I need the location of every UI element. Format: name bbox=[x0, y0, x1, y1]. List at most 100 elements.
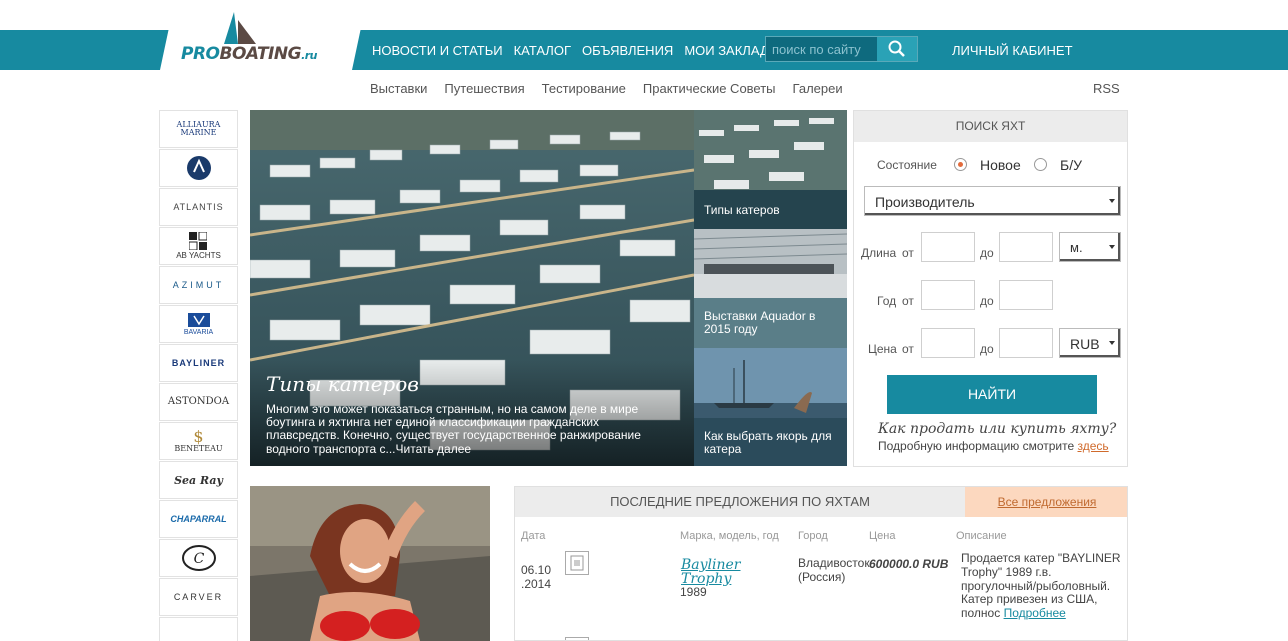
cobalt-logo-icon: C bbox=[181, 545, 216, 571]
hero-title[interactable]: Типы катеров bbox=[266, 372, 419, 396]
aquador-logo-icon bbox=[186, 156, 211, 180]
year-to-input[interactable] bbox=[999, 280, 1053, 310]
thumb-aquador-exhibition[interactable]: Выставки Aquador в 2015 году bbox=[694, 229, 847, 348]
search-button[interactable] bbox=[877, 37, 917, 61]
brand-azimut[interactable]: AZIMUT bbox=[159, 266, 238, 304]
offer-photo-icon[interactable] bbox=[565, 551, 589, 575]
offer-description: Продается катер "BAYLINER Trophy" 1989 г… bbox=[961, 551, 1121, 621]
svg-text:C: C bbox=[193, 551, 204, 567]
unit-select[interactable]: м. bbox=[1059, 232, 1121, 262]
search-icon bbox=[888, 40, 905, 57]
bavaria-logo-icon bbox=[187, 312, 210, 327]
chevron-down-icon bbox=[1109, 341, 1115, 345]
brand-next[interactable] bbox=[159, 617, 238, 641]
col-model: Марка, модель, год bbox=[680, 530, 779, 542]
subnav-galleries[interactable]: Галереи bbox=[793, 81, 843, 96]
personal-cabinet-link[interactable]: ЛИЧНЫЙ КАБИНЕТ bbox=[952, 43, 1073, 58]
brand-beneteau[interactable]: $ BENETEAU bbox=[159, 422, 238, 460]
brand-alliaura[interactable]: ALLIAURA MARINE bbox=[159, 110, 238, 148]
brand-list: ALLIAURA MARINE ATLANTIS AB YACHTS AZIMU… bbox=[159, 110, 239, 641]
col-city: Город bbox=[798, 530, 828, 542]
nav-catalog[interactable]: КАТАЛОГ bbox=[514, 43, 571, 58]
subnav-exhibitions[interactable]: Выставки bbox=[370, 81, 427, 96]
offers-all-wrap: Все предложения bbox=[965, 487, 1127, 517]
promo-woman-image bbox=[250, 486, 490, 641]
find-button[interactable]: НАЙТИ bbox=[887, 375, 1097, 414]
col-price: Цена bbox=[869, 530, 896, 542]
chevron-down-icon bbox=[1109, 245, 1115, 249]
length-from-input[interactable] bbox=[921, 232, 975, 262]
offer-city: Владивосток (Россия) bbox=[798, 556, 870, 584]
brand-ab-yachts[interactable]: AB YACHTS bbox=[159, 227, 238, 265]
more-info: Подробную информацию смотрите здесь bbox=[878, 439, 1109, 453]
state-new-label: Новое bbox=[980, 157, 1021, 173]
subnav-tips[interactable]: Практические Советы bbox=[643, 81, 776, 96]
more-info-link[interactable]: здесь bbox=[1078, 439, 1109, 453]
length-to-label: до bbox=[980, 246, 994, 260]
promo-banner[interactable] bbox=[250, 486, 490, 641]
offers-title: ПОСЛЕДНИЕ ПРЕДЛОЖЕНИЯ ПО ЯХТАМ bbox=[515, 487, 965, 517]
yacht-search-title: ПОИСК ЯХТ bbox=[854, 111, 1127, 142]
price-from-input[interactable] bbox=[921, 328, 975, 358]
year-from-input[interactable] bbox=[921, 280, 975, 310]
brand-atlantis[interactable]: ATLANTIS bbox=[159, 188, 238, 226]
state-used-label: Б/У bbox=[1060, 157, 1082, 173]
rss-link[interactable]: RSS bbox=[1093, 81, 1120, 96]
length-to-input[interactable] bbox=[999, 232, 1053, 262]
beneteau-logo-icon: $ bbox=[193, 427, 204, 446]
length-label: Длина bbox=[861, 246, 897, 260]
brand-chaparral[interactable]: CHAPARRAL bbox=[159, 500, 238, 538]
offer-details-link[interactable]: Подробнее bbox=[1004, 606, 1066, 620]
length-from-label: от bbox=[902, 246, 914, 260]
state-new-radio[interactable] bbox=[954, 158, 967, 171]
latest-offers: ПОСЛЕДНИЕ ПРЕДЛОЖЕНИЯ ПО ЯХТАМ Все предл… bbox=[514, 486, 1128, 641]
thumb-boat-types[interactable]: Типы катеров bbox=[694, 110, 847, 229]
hero-read-more[interactable]: Читать далее bbox=[396, 442, 472, 456]
col-desc: Описание bbox=[956, 530, 1007, 542]
brand-astondoa[interactable]: ASTONDOA bbox=[159, 383, 238, 421]
subnav-testing[interactable]: Тестирование bbox=[542, 81, 626, 96]
year-label: Год bbox=[877, 294, 897, 308]
price-to-label: до bbox=[980, 342, 994, 356]
offer-price: 600000.0 RUB bbox=[869, 557, 949, 571]
offer-model-link[interactable]: Bayliner Trophy bbox=[681, 558, 741, 586]
nav-ads[interactable]: ОБЪЯВЛЕНИЯ bbox=[582, 43, 673, 58]
price-to-input[interactable] bbox=[999, 328, 1053, 358]
currency-select[interactable]: RUB bbox=[1059, 328, 1121, 358]
offer-date: 06.10.2014 bbox=[521, 563, 552, 591]
thumb-caption: Как выбрать якорь для катера bbox=[704, 429, 832, 456]
manufacturer-select[interactable]: Производитель bbox=[864, 186, 1121, 216]
all-offers-link[interactable]: Все предложения bbox=[998, 495, 1097, 509]
hero-text: Многим это может показаться странным, но… bbox=[266, 402, 641, 456]
state-label: Состояние bbox=[877, 158, 937, 172]
nav-news[interactable]: НОВОСТИ И СТАТЬИ bbox=[372, 43, 503, 58]
brand-bavaria[interactable]: BAVARIA bbox=[159, 305, 238, 343]
featured-thumbs: Типы катеров Выставки Aquador в 2015 год… bbox=[694, 110, 847, 466]
price-label: Цена bbox=[868, 342, 897, 356]
thumb-anchor[interactable]: Как выбрать якорь для катера bbox=[694, 348, 847, 466]
year-from-label: от bbox=[902, 294, 914, 308]
year-to-label: до bbox=[980, 294, 994, 308]
thumb-caption: Выставки Aquador в 2015 году bbox=[704, 309, 816, 336]
ab-yachts-logo-icon bbox=[189, 232, 208, 250]
sub-nav: Выставки Путешествия Тестирование Практи… bbox=[370, 81, 860, 96]
main-nav: НОВОСТИ И СТАТЬИ КАТАЛОГ ОБЪЯВЛЕНИЯ МОИ … bbox=[372, 30, 797, 70]
logo-sails-icon bbox=[224, 12, 256, 44]
state-used-radio[interactable] bbox=[1034, 158, 1047, 171]
price-from-label: от bbox=[902, 342, 914, 356]
offer-year: 1989 bbox=[680, 585, 707, 599]
subnav-travel[interactable]: Путешествия bbox=[444, 81, 524, 96]
chevron-down-icon bbox=[1109, 199, 1115, 203]
site-logo[interactable]: PROBOATING.ru bbox=[181, 44, 317, 64]
howto-heading: Как продать или купить яхту? bbox=[878, 421, 1117, 437]
brand-carver[interactable]: CARVER bbox=[159, 578, 238, 616]
brand-searay[interactable]: Sea Ray bbox=[159, 461, 238, 499]
col-date: Дата bbox=[521, 530, 546, 542]
offer-photo-icon[interactable] bbox=[565, 637, 589, 640]
site-search: поиск по сайту bbox=[765, 36, 918, 62]
thumb-caption: Типы катеров bbox=[704, 203, 780, 217]
brand-bayliner[interactable]: BAYLINER bbox=[159, 344, 238, 382]
search-input[interactable]: поиск по сайту bbox=[772, 42, 861, 57]
brand-cobalt[interactable]: C bbox=[159, 539, 238, 577]
brand-aquador[interactable] bbox=[159, 149, 238, 187]
